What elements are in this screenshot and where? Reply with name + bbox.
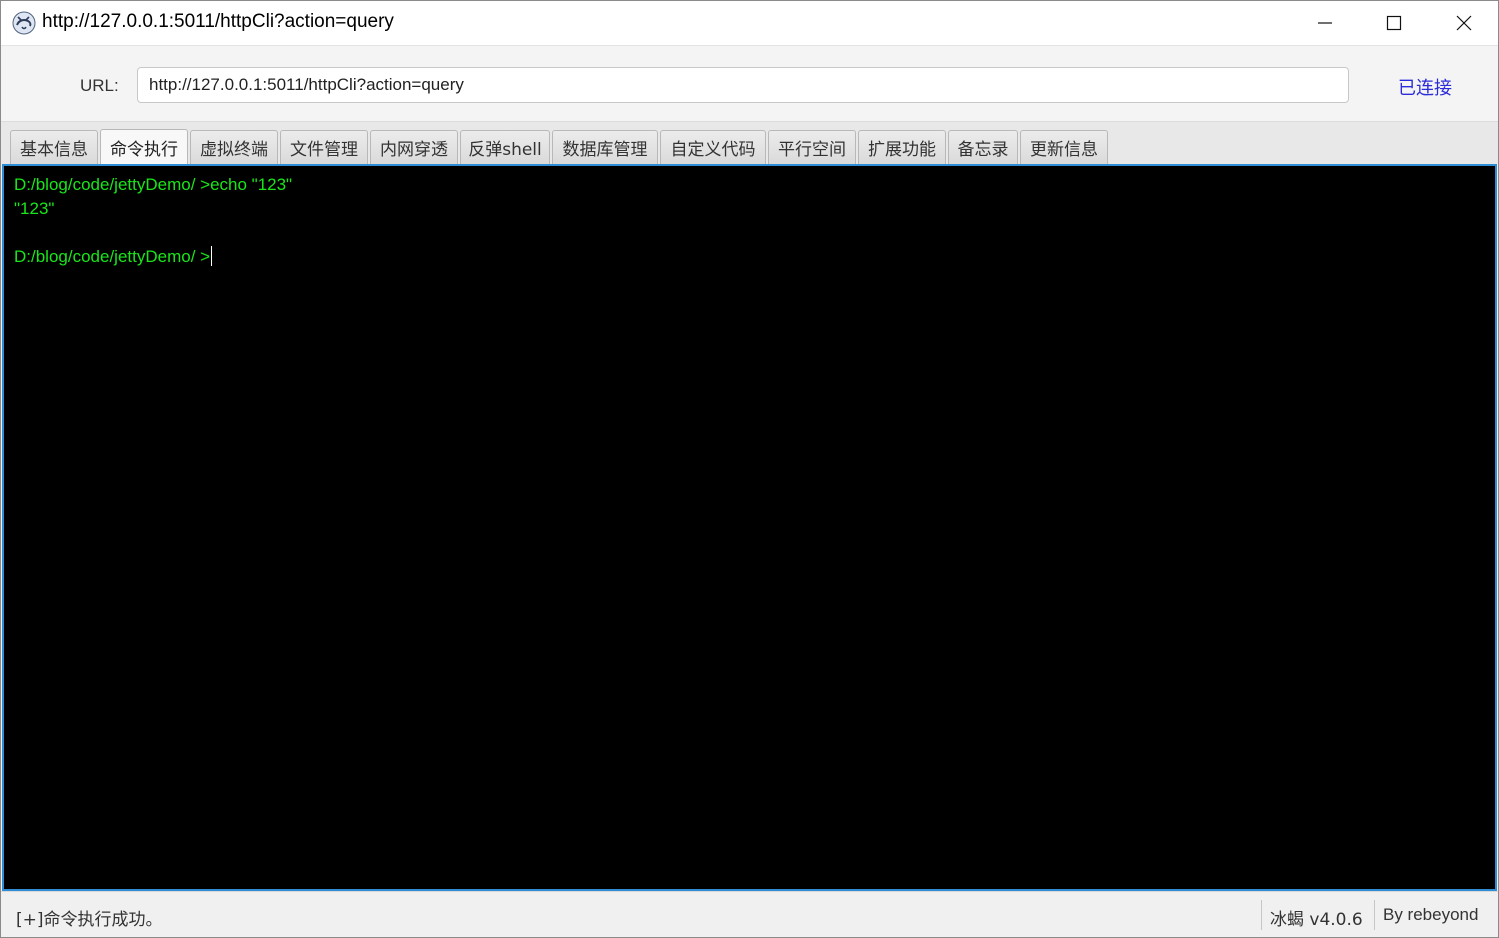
terminal-prompt: D:/blog/code/jettyDemo/ > <box>14 247 211 266</box>
tab-command-exec[interactable]: 命令执行 <box>100 129 188 165</box>
tab-basic-info[interactable]: 基本信息 <box>10 130 98 164</box>
connection-status: 已连接 <box>1398 78 1452 99</box>
tab-extensions[interactable]: 扩展功能 <box>858 130 946 164</box>
tab-update-info[interactable]: 更新信息 <box>1020 130 1108 164</box>
terminal-prompt-line: D:/blog/code/jettyDemo/ > <box>14 245 1485 269</box>
version-label: 冰蝎 v4.0.6 <box>1270 910 1363 930</box>
tab-database-manager[interactable]: 数据库管理 <box>552 130 658 164</box>
scorpion-app-icon <box>12 11 36 35</box>
status-bar: [+]命令执行成功。 冰蝎 v4.0.6 By rebeyond <box>1 891 1498 937</box>
maximize-icon <box>1386 15 1402 31</box>
status-divider <box>1261 900 1262 930</box>
close-button[interactable] <box>1429 1 1499 45</box>
tab-parallel-space[interactable]: 平行空间 <box>768 130 856 164</box>
tab-bar: 基本信息 命令执行 虚拟终端 文件管理 内网穿透 反弹shell 数据库管理 自… <box>1 121 1498 165</box>
url-input[interactable] <box>137 67 1349 103</box>
tab-reverse-shell[interactable]: 反弹shell <box>460 130 550 164</box>
tab-virtual-terminal[interactable]: 虚拟终端 <box>190 130 278 164</box>
status-message: [+]命令执行成功。 <box>16 910 163 930</box>
command-terminal[interactable]: D:/blog/code/jettyDemo/ >echo "123" "123… <box>2 164 1497 891</box>
title-bar: http://127.0.0.1:5011/httpCli?action=que… <box>1 1 1498 45</box>
close-icon <box>1456 15 1472 31</box>
minimize-button[interactable] <box>1290 1 1360 45</box>
tab-file-manager[interactable]: 文件管理 <box>280 130 368 164</box>
maximize-button[interactable] <box>1359 1 1429 45</box>
terminal-line: D:/blog/code/jettyDemo/ >echo "123" <box>14 175 293 194</box>
url-bar: URL: 已连接 <box>1 45 1498 121</box>
url-label: URL: <box>80 76 119 95</box>
tab-intranet-tunnel[interactable]: 内网穿透 <box>370 130 458 164</box>
minimize-icon <box>1318 22 1332 24</box>
author-label: By rebeyond <box>1383 905 1479 924</box>
text-cursor <box>211 246 213 266</box>
tab-custom-code[interactable]: 自定义代码 <box>660 130 766 164</box>
app-window: http://127.0.0.1:5011/httpCli?action=que… <box>0 0 1499 938</box>
status-divider <box>1374 900 1375 930</box>
window-title: http://127.0.0.1:5011/httpCli?action=que… <box>42 11 394 32</box>
tab-memo[interactable]: 备忘录 <box>948 130 1018 164</box>
terminal-line: "123" <box>14 199 55 218</box>
